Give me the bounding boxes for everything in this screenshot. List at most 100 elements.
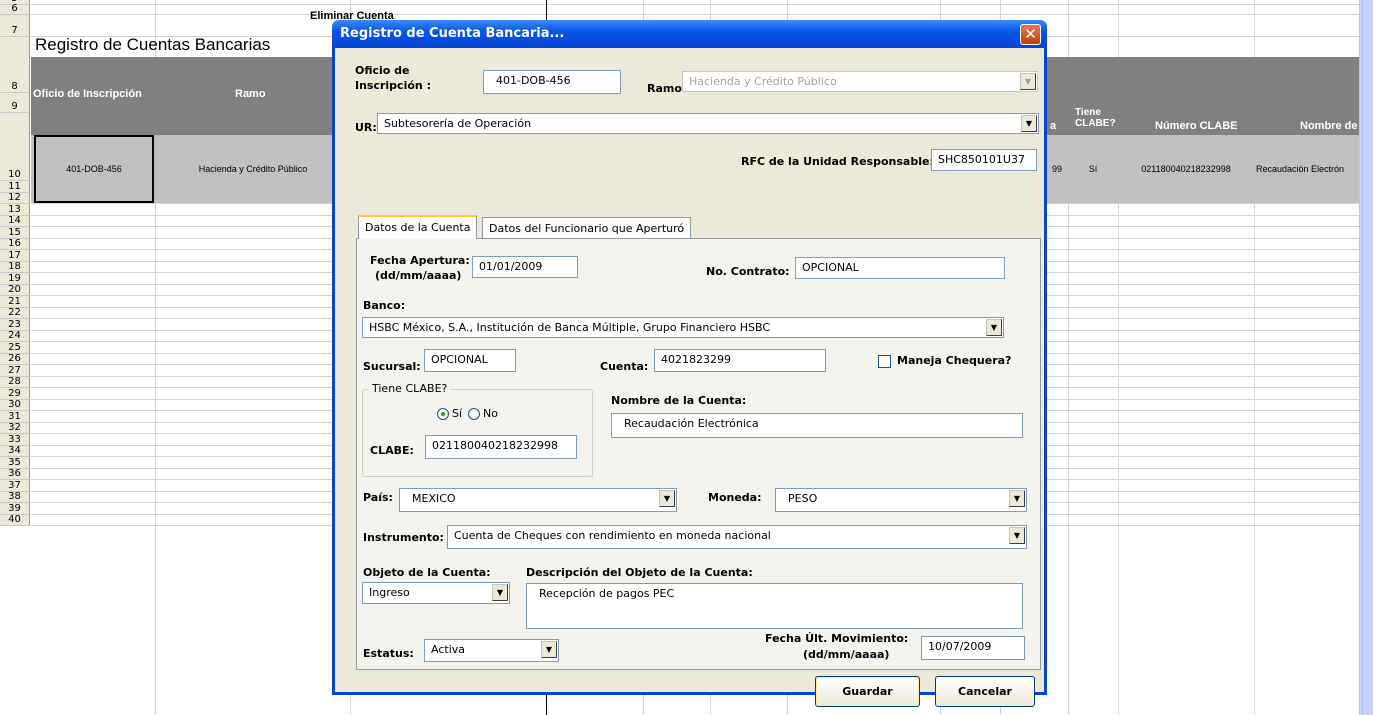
guardar-button[interactable]: Guardar [815, 676, 920, 707]
vertical-scrollbar[interactable] [1359, 0, 1373, 715]
row-header[interactable]: 7 [0, 15, 30, 37]
row-header[interactable]: 13 [0, 204, 30, 216]
radio-no[interactable] [468, 408, 480, 420]
chevron-down-icon[interactable]: ▼ [1009, 490, 1025, 507]
chevron-down-icon[interactable]: ▼ [1020, 73, 1036, 90]
row-header[interactable]: 36 [0, 468, 30, 480]
chevron-down-icon[interactable]: ▼ [1009, 527, 1025, 544]
instrumento-select[interactable]: Cuenta de Cheques con rendimiento en mon… [447, 525, 1027, 549]
row-header[interactable]: 15 [0, 227, 30, 239]
banco-select[interactable]: HSBC México, S.A., Institución de Banca … [362, 317, 1004, 338]
row-header[interactable]: 40 [0, 514, 30, 526]
sucursal-input[interactable]: OPCIONAL [424, 349, 516, 372]
header-tiene-clabe: Tiene CLABE? [1075, 107, 1116, 129]
row-header[interactable]: 11 [0, 181, 30, 193]
chevron-down-icon[interactable]: ▼ [541, 641, 557, 658]
oficio-input[interactable]: 401-DOB-456 [483, 70, 621, 94]
tab-datos-cuenta[interactable]: Datos de la Cuenta [358, 215, 478, 239]
fecha-apertura-input[interactable]: 01/01/2009 [472, 256, 578, 278]
ramo-select[interactable]: Hacienda y Crédito Público ▼ [682, 71, 1038, 92]
tab-datos-funcionario[interactable]: Datos del Funcionario que Aperturó [482, 217, 692, 239]
chevron-down-icon[interactable]: ▼ [1021, 115, 1037, 132]
fecha-ult-label: Fecha Últ. Movimiento: [765, 632, 909, 645]
radio-si[interactable] [437, 408, 449, 420]
ur-select[interactable]: Subtesorería de Operación ▼ [377, 113, 1039, 134]
row-header[interactable]: 30 [0, 399, 30, 411]
pais-label: País: [363, 491, 393, 504]
header-ramo: Ramo [235, 88, 266, 100]
row-header[interactable]: 28 [0, 376, 30, 388]
ramo-value: Hacienda y Crédito Público [689, 75, 837, 88]
row-header[interactable]: 24 [0, 330, 30, 342]
objeto-label: Objeto de la Cuenta: [363, 566, 491, 579]
row-header[interactable]: 9 [0, 93, 30, 113]
row-header[interactable]: 26 [0, 353, 30, 365]
fecha-ult-input[interactable]: 10/07/2009 [921, 636, 1025, 660]
rfc-input[interactable]: SHC850101U37 [931, 149, 1037, 171]
cuenta-input[interactable]: 4021823299 [654, 349, 826, 372]
clabe-label: CLABE: [370, 444, 414, 457]
close-icon[interactable]: ✕ [1020, 24, 1041, 45]
nombre-cuenta-input[interactable]: Recaudación Electrónica [611, 413, 1023, 438]
maneja-chequera-checkbox[interactable] [878, 355, 891, 368]
row-header[interactable]: 23 [0, 319, 30, 331]
row-header[interactable]: 19 [0, 273, 30, 285]
cell-oficio[interactable]: 401-DOB-456 [34, 135, 154, 203]
row-header[interactable]: 20 [0, 284, 30, 296]
cell-ramo[interactable]: Hacienda y Crédito Público [158, 135, 348, 203]
chevron-down-icon[interactable]: ▼ [986, 319, 1002, 336]
row-header[interactable]: 18 [0, 261, 30, 273]
estatus-select[interactable]: Activa ▼ [424, 639, 559, 662]
banco-value: HSBC México, S.A., Institución de Banca … [369, 321, 771, 334]
tab-panel: Fecha Apertura: (dd/mm/aaaa) 01/01/2009 … [356, 238, 1041, 670]
row-header[interactable]: 27 [0, 365, 30, 377]
row-header[interactable]: 32 [0, 422, 30, 434]
row-header[interactable]: 31 [0, 411, 30, 423]
row-header[interactable]: 10 [0, 113, 30, 181]
nombre-cuenta-label: Nombre de la Cuenta: [611, 394, 747, 407]
objeto-select[interactable]: Ingreso ▼ [362, 582, 510, 604]
scrollbar-thumb[interactable] [1362, 0, 1371, 715]
row-header[interactable]: 8 [0, 37, 30, 93]
row-header[interactable]: 14 [0, 215, 30, 227]
moneda-select[interactable]: PESO ▼ [775, 488, 1027, 512]
row-header[interactable]: 34 [0, 445, 30, 457]
row-header[interactable]: 39 [0, 503, 30, 515]
cell-tiene-clabe[interactable]: Sí [1070, 135, 1116, 203]
contrato-input[interactable]: OPCIONAL [795, 257, 1005, 279]
dialog-titlebar[interactable]: Registro de Cuenta Bancaria... ✕ [332, 20, 1047, 48]
row-header[interactable]: 16 [0, 238, 30, 250]
ur-value: Subtesorería de Operación [384, 117, 532, 130]
rfc-label: RFC de la Unidad Responsable: [741, 155, 934, 168]
row-header[interactable]: 12 [0, 192, 30, 204]
cancelar-button[interactable]: Cancelar [935, 676, 1035, 707]
tiene-clabe-group [362, 389, 593, 477]
contrato-label: No. Contrato: [706, 265, 790, 278]
clabe-input[interactable]: 021180040218232998 [425, 435, 577, 459]
oficio-label: Oficio de Inscripción : [355, 64, 431, 92]
row-header[interactable]: 33 [0, 434, 30, 446]
row-header[interactable]: 17 [0, 250, 30, 262]
maneja-chequera-label: Maneja Chequera? [897, 354, 1012, 367]
cell-clabe[interactable]: 021180040218232998 [1120, 135, 1252, 203]
moneda-value: PESO [788, 492, 818, 505]
row-header[interactable]: 25 [0, 342, 30, 354]
descripcion-label: Descripción del Objeto de la Cuenta: [526, 566, 753, 579]
instrumento-label: Instrumento: [363, 531, 444, 544]
chevron-down-icon[interactable]: ▼ [659, 490, 675, 507]
row-header[interactable]: 29 [0, 388, 30, 400]
row-header[interactable]: 21 [0, 296, 30, 308]
row-header[interactable]: 38 [0, 491, 30, 503]
pais-select[interactable]: MEXICO ▼ [399, 488, 677, 512]
row-header[interactable]: 6 [0, 4, 30, 15]
dialog-body: Oficio de Inscripción : 401-DOB-456 Ramo… [335, 48, 1044, 707]
row-header[interactable]: 35 [0, 457, 30, 469]
header-oficio: Oficio de Inscripción [33, 88, 142, 100]
row-header[interactable]: 37 [0, 480, 30, 492]
descripcion-input[interactable]: Recepción de pagos PEC [526, 583, 1023, 629]
cell-nombre[interactable]: Recaudación Electrón [1256, 135, 1358, 203]
cell-cuenta-partial[interactable]: 99 [1046, 135, 1068, 203]
chevron-down-icon[interactable]: ▼ [492, 584, 508, 601]
row-header[interactable]: 22 [0, 307, 30, 319]
cuenta-label: Cuenta: [600, 360, 649, 373]
